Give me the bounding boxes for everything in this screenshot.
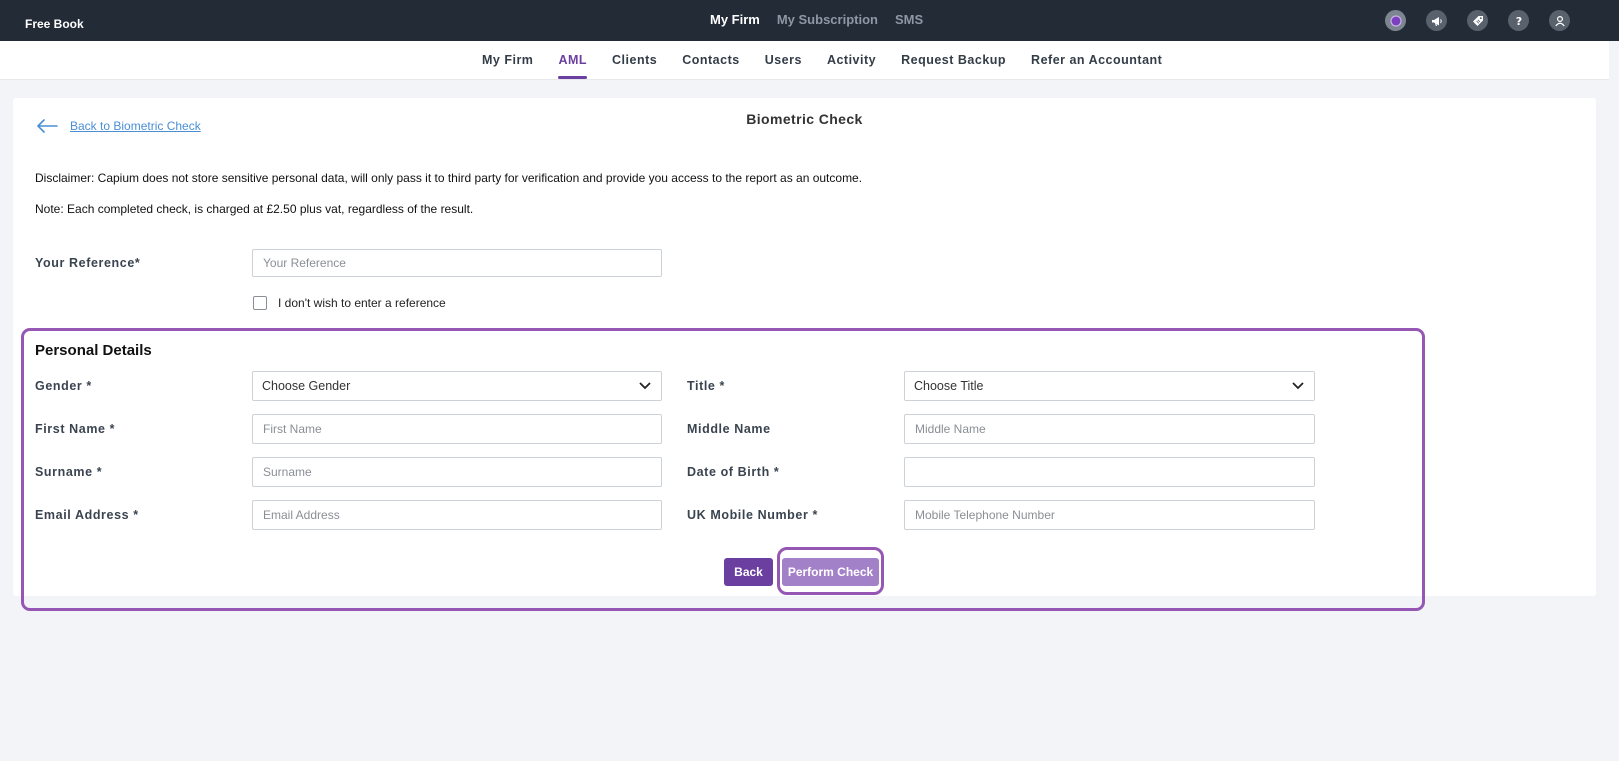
title-label: Title * (687, 379, 726, 393)
svg-text:?: ? (1515, 15, 1521, 27)
middle-name-input[interactable] (904, 414, 1315, 444)
reference-input[interactable] (252, 249, 662, 277)
chevron-down-icon (1292, 382, 1304, 390)
dob-label: Date of Birth * (687, 465, 780, 479)
brand-name[interactable]: Free Book (25, 17, 84, 31)
page-title: Biometric Check (746, 111, 863, 127)
email-label: Email Address * (35, 508, 139, 522)
mobile-input[interactable] (904, 500, 1315, 530)
subnav-clients[interactable]: Clients (612, 41, 657, 79)
personal-details-heading: Personal Details (35, 342, 152, 359)
disclaimer-text: Disclaimer: Capium does not store sensit… (35, 171, 863, 185)
email-input[interactable] (252, 500, 662, 530)
subnav-contacts[interactable]: Contacts (682, 41, 739, 79)
subnav-my-firm[interactable]: My Firm (482, 41, 533, 79)
megaphone-icon[interactable] (1426, 10, 1447, 31)
sub-nav: My Firm AML Clients Contacts Users Activ… (0, 41, 1609, 80)
tag-icon[interactable] (1467, 10, 1488, 31)
title-select-value: Choose Title (914, 379, 984, 393)
perform-check-button[interactable]: Perform Check (782, 558, 879, 586)
subnav-users[interactable]: Users (765, 41, 802, 79)
top-nav-sms[interactable]: SMS (895, 12, 923, 27)
user-icon[interactable] (1549, 10, 1570, 31)
subnav-request-backup[interactable]: Request Backup (901, 41, 1006, 79)
gender-select-value: Choose Gender (262, 379, 351, 393)
title-select[interactable]: Choose Title (904, 371, 1315, 401)
gender-select[interactable]: Choose Gender (252, 371, 662, 401)
subnav-aml[interactable]: AML (558, 41, 587, 79)
surname-label: Surname * (35, 465, 103, 479)
no-reference-checkbox[interactable] (253, 296, 267, 310)
note-text: Note: Each completed check, is charged a… (35, 202, 474, 216)
top-nav-my-firm[interactable]: My Firm (710, 12, 760, 27)
no-reference-checkbox-row[interactable]: I don't wish to enter a reference (253, 296, 446, 310)
subnav-activity[interactable]: Activity (827, 41, 876, 79)
top-nav: My Firm My Subscription SMS (710, 12, 923, 27)
surname-input[interactable] (252, 457, 662, 487)
subnav-refer-accountant[interactable]: Refer an Accountant (1031, 41, 1162, 79)
help-icon[interactable]: ? (1508, 10, 1529, 31)
top-nav-my-subscription[interactable]: My Subscription (777, 12, 878, 27)
chevron-down-icon (639, 382, 651, 390)
first-name-input[interactable] (252, 414, 662, 444)
gender-label: Gender * (35, 379, 92, 393)
dob-input[interactable] (904, 457, 1315, 487)
top-icons: ? (1385, 10, 1570, 31)
first-name-label: First Name * (35, 422, 116, 436)
top-bar: Free Book My Firm My Subscription SMS ? (0, 0, 1619, 41)
reference-label: Your Reference* (35, 256, 141, 270)
middle-name-label: Middle Name (687, 422, 771, 436)
mobile-label: UK Mobile Number * (687, 508, 818, 522)
app-logo-icon[interactable] (1385, 10, 1406, 31)
back-button[interactable]: Back (724, 558, 773, 586)
no-reference-checkbox-label: I don't wish to enter a reference (278, 296, 446, 310)
